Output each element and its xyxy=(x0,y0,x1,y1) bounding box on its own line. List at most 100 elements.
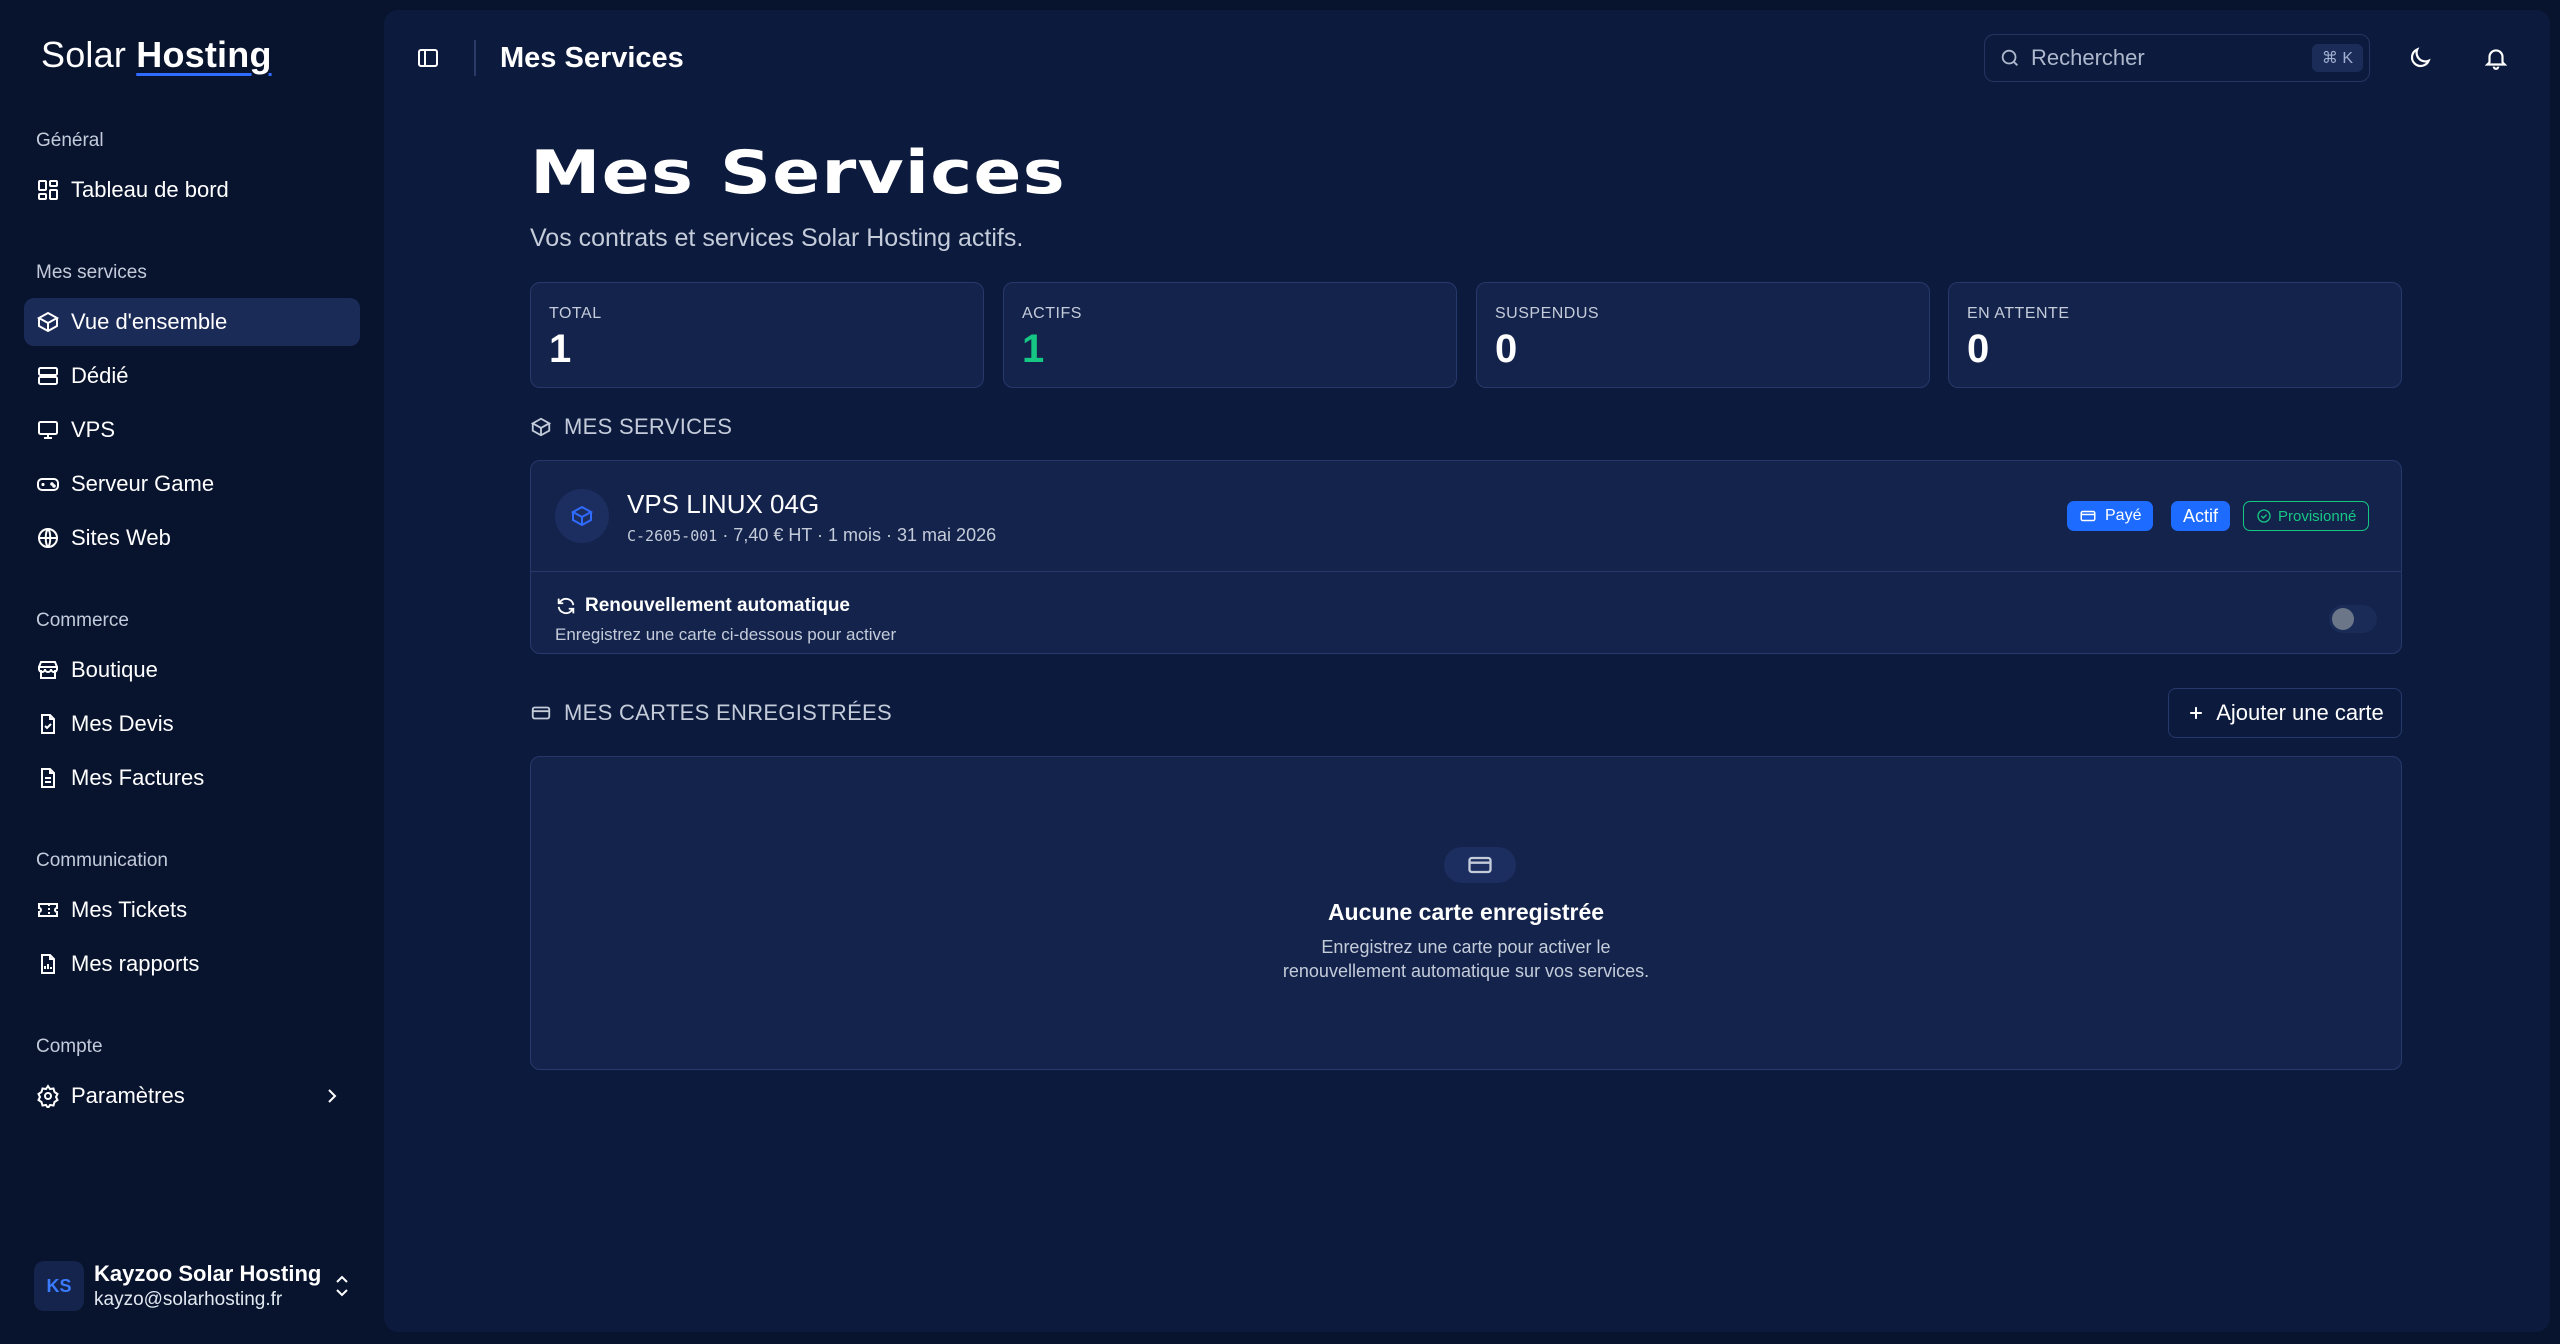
sidebar-item-quotes[interactable]: Mes Devis xyxy=(24,700,360,748)
plus-icon xyxy=(2190,707,2203,719)
stat-suspended: SUSPENDUS 0 xyxy=(1476,282,1930,388)
check-circle-icon xyxy=(2257,509,2271,523)
auto-renew-toggle[interactable] xyxy=(2329,605,2377,633)
monitor-icon xyxy=(36,418,60,442)
file-chart-icon xyxy=(36,952,60,976)
sidebar-item-label: Sites Web xyxy=(71,525,171,550)
sidebar-toggle-icon xyxy=(418,49,438,67)
stat-value: 0 xyxy=(1967,327,1990,371)
sidebar-item-overview[interactable]: Vue d'ensemble xyxy=(24,298,360,346)
stat-label: EN ATTENTE xyxy=(1967,305,2070,322)
box-icon xyxy=(36,310,60,334)
brand-name-bold: Hosting xyxy=(136,34,272,75)
service-icon xyxy=(555,489,609,543)
empty-cards-state: Aucune carte enregistrée Enregistrez une… xyxy=(530,756,2402,1070)
page-subtitle: Vos contrats et services Solar Hosting a… xyxy=(530,224,1024,252)
auto-renew-label: Renouvellement automatique xyxy=(585,595,850,616)
user-name: Kayzoo Solar Hosting xyxy=(94,1261,322,1286)
nav-group-account: Compte xyxy=(36,1036,103,1057)
stat-label: SUSPENDUS xyxy=(1495,305,1600,322)
sidebar-item-label: Mes Tickets xyxy=(71,897,188,922)
brand-logo[interactable]: Solar Hosting xyxy=(41,34,272,76)
sidebar-item-websites[interactable]: Sites Web xyxy=(24,514,360,562)
service-meta: C-2605-001 · 7,40 € HT · 1 mois · 31 mai… xyxy=(627,525,996,546)
section-title: MES SERVICES xyxy=(564,414,733,439)
service-details: · 7,40 € HT · 1 mois · 31 mai 2026 xyxy=(717,525,997,545)
gear-icon xyxy=(36,1084,60,1108)
credit-card-icon xyxy=(1468,856,1492,874)
sidebar-item-label: Mes Devis xyxy=(71,711,174,736)
sidebar-item-reports[interactable]: Mes rapports xyxy=(24,940,360,988)
store-icon xyxy=(36,658,60,682)
auto-renew-hint: Enregistrez une carte ci-dessous pour ac… xyxy=(555,625,897,644)
user-email: kayzo@solarhosting.fr xyxy=(94,1289,283,1310)
sidebar-item-invoices[interactable]: Mes Factures xyxy=(24,754,360,802)
empty-cards-line2: renouvellement automatique sur vos servi… xyxy=(1282,961,1650,981)
sidebar-item-shop[interactable]: Boutique xyxy=(24,646,360,694)
search-input[interactable]: Rechercher ⌘ K xyxy=(1984,34,2370,82)
sidebar-item-label: Serveur Game xyxy=(71,471,215,496)
service-name: VPS LINUX 04G xyxy=(627,489,820,519)
main-panel: Mes Services Rechercher ⌘ K Mes Services… xyxy=(384,10,2550,1332)
badge-label: Actif xyxy=(2183,505,2219,526)
auto-renew-title: Renouvellement automatique xyxy=(555,595,850,617)
bell-icon xyxy=(2484,49,2508,70)
brand-name-light: Solar xyxy=(41,34,127,75)
ticket-icon xyxy=(36,898,60,922)
toggle-sidebar-button[interactable] xyxy=(408,38,448,78)
stat-active: ACTIFS 1 xyxy=(1003,282,1457,388)
badge-label: Provisionné xyxy=(2278,507,2357,525)
gamepad-icon xyxy=(36,472,60,496)
theme-toggle-button[interactable] xyxy=(2400,38,2440,78)
sidebar-item-dashboard[interactable]: Tableau de bord xyxy=(24,166,360,214)
box-icon xyxy=(570,505,594,527)
nav-group-general: Général xyxy=(36,130,104,151)
refresh-icon xyxy=(557,597,575,615)
topbar-title: Mes Services xyxy=(500,42,684,74)
chevron-right-icon xyxy=(328,1089,337,1103)
status-badge-paid: Payé xyxy=(2067,501,2154,531)
stat-label: ACTIFS xyxy=(1022,305,1082,322)
credit-card-icon xyxy=(2080,510,2096,522)
sidebar-item-tickets[interactable]: Mes Tickets xyxy=(24,886,360,934)
globe-icon xyxy=(36,526,60,550)
box-icon xyxy=(530,417,552,437)
sidebar-item-dedicated[interactable]: Dédié xyxy=(24,352,360,400)
file-check-icon xyxy=(36,712,60,736)
nav-group-services: Mes services xyxy=(36,262,147,283)
credit-card-icon xyxy=(531,706,551,720)
divider xyxy=(531,571,2401,572)
search-placeholder: Rechercher xyxy=(2031,45,2145,70)
sidebar-item-label: Dédié xyxy=(71,363,129,388)
user-menu[interactable]: KS Kayzoo Solar Hosting kayzo@solarhosti… xyxy=(34,1258,354,1314)
sidebar-item-vps[interactable]: VPS xyxy=(24,406,360,454)
sidebar-item-label: Boutique xyxy=(71,657,158,682)
notifications-button[interactable] xyxy=(2476,38,2516,78)
empty-cards-line1: Enregistrez une carte pour activer le xyxy=(1321,937,1611,957)
chevrons-up-down-icon xyxy=(336,1275,348,1297)
sidebar-item-game-server[interactable]: Serveur Game xyxy=(24,460,360,508)
server-icon xyxy=(36,364,60,388)
stat-pending: EN ATTENTE 0 xyxy=(1948,282,2402,388)
sidebar: Solar Hosting Général Tableau de bord Me… xyxy=(0,0,384,1344)
avatar: KS xyxy=(34,1261,84,1311)
add-card-label: Ajouter une carte xyxy=(2216,700,2384,725)
service-code: C-2605-001 xyxy=(627,527,718,545)
empty-cards-title: Aucune carte enregistrée xyxy=(1327,899,1605,925)
file-text-icon xyxy=(36,766,60,790)
stat-value: 1 xyxy=(1022,327,1045,371)
stat-value: 0 xyxy=(1495,327,1518,371)
service-card[interactable]: VPS LINUX 04G C-2605-001 · 7,40 € HT · 1… xyxy=(530,460,2402,654)
add-card-button[interactable]: Ajouter une carte xyxy=(2168,688,2402,738)
toggle-knob xyxy=(2332,608,2354,630)
nav-group-communication: Communication xyxy=(36,850,168,871)
sidebar-item-settings[interactable]: Paramètres xyxy=(24,1072,360,1120)
sidebar-item-label: Tableau de bord xyxy=(71,177,229,202)
search-shortcut: ⌘ K xyxy=(2311,44,2363,72)
stat-value: 1 xyxy=(549,327,572,371)
section-title: MES CARTES ENREGISTRÉES xyxy=(564,700,893,725)
sidebar-item-label: Vue d'ensemble xyxy=(71,309,228,334)
search-icon xyxy=(2001,49,2018,66)
stat-total: TOTAL 1 xyxy=(530,282,984,388)
status-badge-active: Actif xyxy=(2171,501,2231,531)
